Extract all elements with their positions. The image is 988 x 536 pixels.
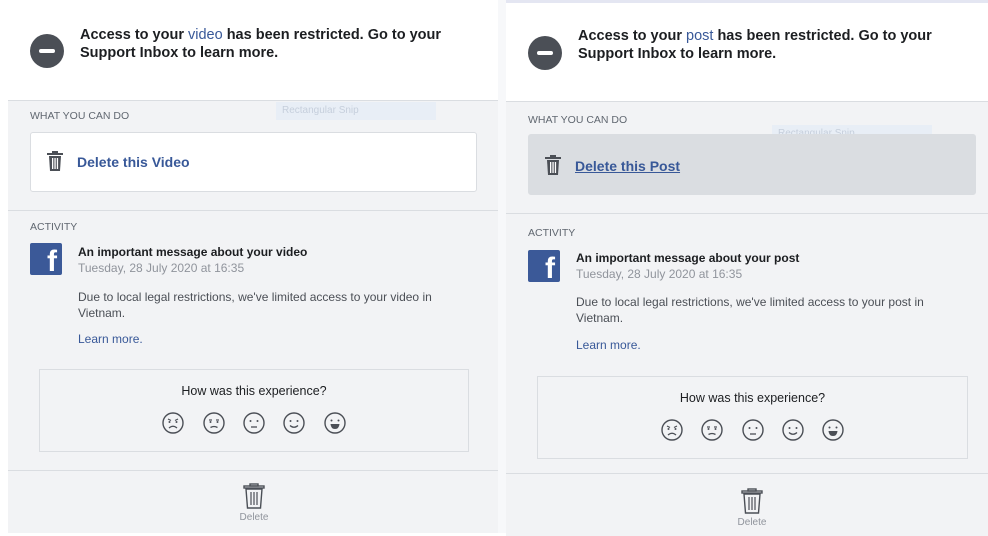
learn-more-link[interactable]: Learn more. — [576, 338, 641, 352]
message-date: Tuesday, 28 July 2020 at 16:35 — [576, 267, 743, 281]
activity-label: ACTIVITY — [30, 221, 78, 233]
restriction-header: Access to your post has been restricted.… — [506, 3, 988, 102]
facebook-logo-icon: f — [528, 250, 560, 282]
neutral-face-icon[interactable] — [243, 412, 265, 434]
restricted-icon — [528, 36, 562, 70]
delete-trash-icon[interactable] — [243, 483, 265, 509]
happy-face-icon[interactable] — [782, 419, 804, 441]
neutral-face-icon[interactable] — [742, 419, 764, 441]
delete-trash-icon[interactable] — [741, 488, 763, 514]
restriction-message-start: Access to your — [80, 27, 188, 43]
trash-icon — [47, 151, 63, 171]
message-date: Tuesday, 28 July 2020 at 16:35 — [78, 261, 245, 275]
happy-face-icon[interactable] — [283, 412, 305, 434]
very-sad-face-icon[interactable] — [162, 412, 184, 434]
very-happy-face-icon[interactable] — [324, 412, 346, 434]
sad-face-icon[interactable] — [701, 419, 723, 441]
what-you-can-do-label: WHAT YOU CAN DO — [30, 110, 130, 122]
feedback-question: How was this experience? — [679, 391, 826, 405]
message-body: Due to local legal restrictions, we've l… — [576, 295, 924, 325]
restricted-icon — [30, 34, 64, 68]
content-link[interactable]: post — [686, 28, 713, 44]
delete-button-label[interactable]: Delete — [224, 512, 284, 523]
feedback-question: How was this experience? — [181, 384, 327, 398]
very-happy-face-icon[interactable] — [822, 419, 844, 441]
message-title: An important message about your post — [576, 251, 800, 265]
sad-face-icon[interactable] — [203, 412, 225, 434]
panel-divider — [498, 0, 506, 533]
restriction-message: Access to your video has been restricted… — [80, 26, 460, 62]
facebook-logo-icon: f — [30, 243, 62, 275]
footer-actions: Delete — [506, 473, 988, 536]
post-restriction-panel: Access to your post has been restricted.… — [506, 0, 988, 536]
delete-button-label[interactable]: Delete — [722, 517, 782, 528]
experience-feedback: How was this experience? — [537, 376, 968, 459]
activity-label: ACTIVITY — [528, 227, 576, 239]
delete-video-action[interactable]: Delete this Video — [30, 132, 477, 192]
activity-section: ACTIVITY f An important message about yo… — [8, 210, 498, 471]
restriction-message: Access to your post has been restricted.… — [578, 27, 958, 63]
experience-feedback: How was this experience? — [39, 369, 469, 452]
trash-icon — [545, 155, 561, 175]
video-restriction-panel: Access to your video has been restricted… — [8, 0, 499, 533]
delete-post-label[interactable]: Delete this Post — [575, 158, 680, 174]
learn-more-link[interactable]: Learn more. — [78, 332, 143, 346]
activity-section: ACTIVITY f An important message about yo… — [506, 213, 988, 479]
rating-faces — [538, 419, 967, 441]
what-you-can-do-label: WHAT YOU CAN DO — [528, 114, 628, 126]
message-body: Due to local legal restrictions, we've l… — [78, 290, 432, 320]
restriction-message-start: Access to your — [578, 28, 686, 44]
restriction-header: Access to your video has been restricted… — [8, 0, 498, 101]
content-link[interactable]: video — [188, 27, 223, 43]
rectangular-snip-overlay: Rectangular Snip — [276, 102, 436, 120]
footer-actions: Delete — [8, 470, 498, 533]
rating-faces — [40, 412, 468, 434]
delete-post-action[interactable]: Delete this Post — [528, 134, 976, 195]
delete-video-label[interactable]: Delete this Video — [77, 154, 190, 170]
very-sad-face-icon[interactable] — [661, 419, 683, 441]
message-title: An important message about your video — [78, 245, 308, 259]
